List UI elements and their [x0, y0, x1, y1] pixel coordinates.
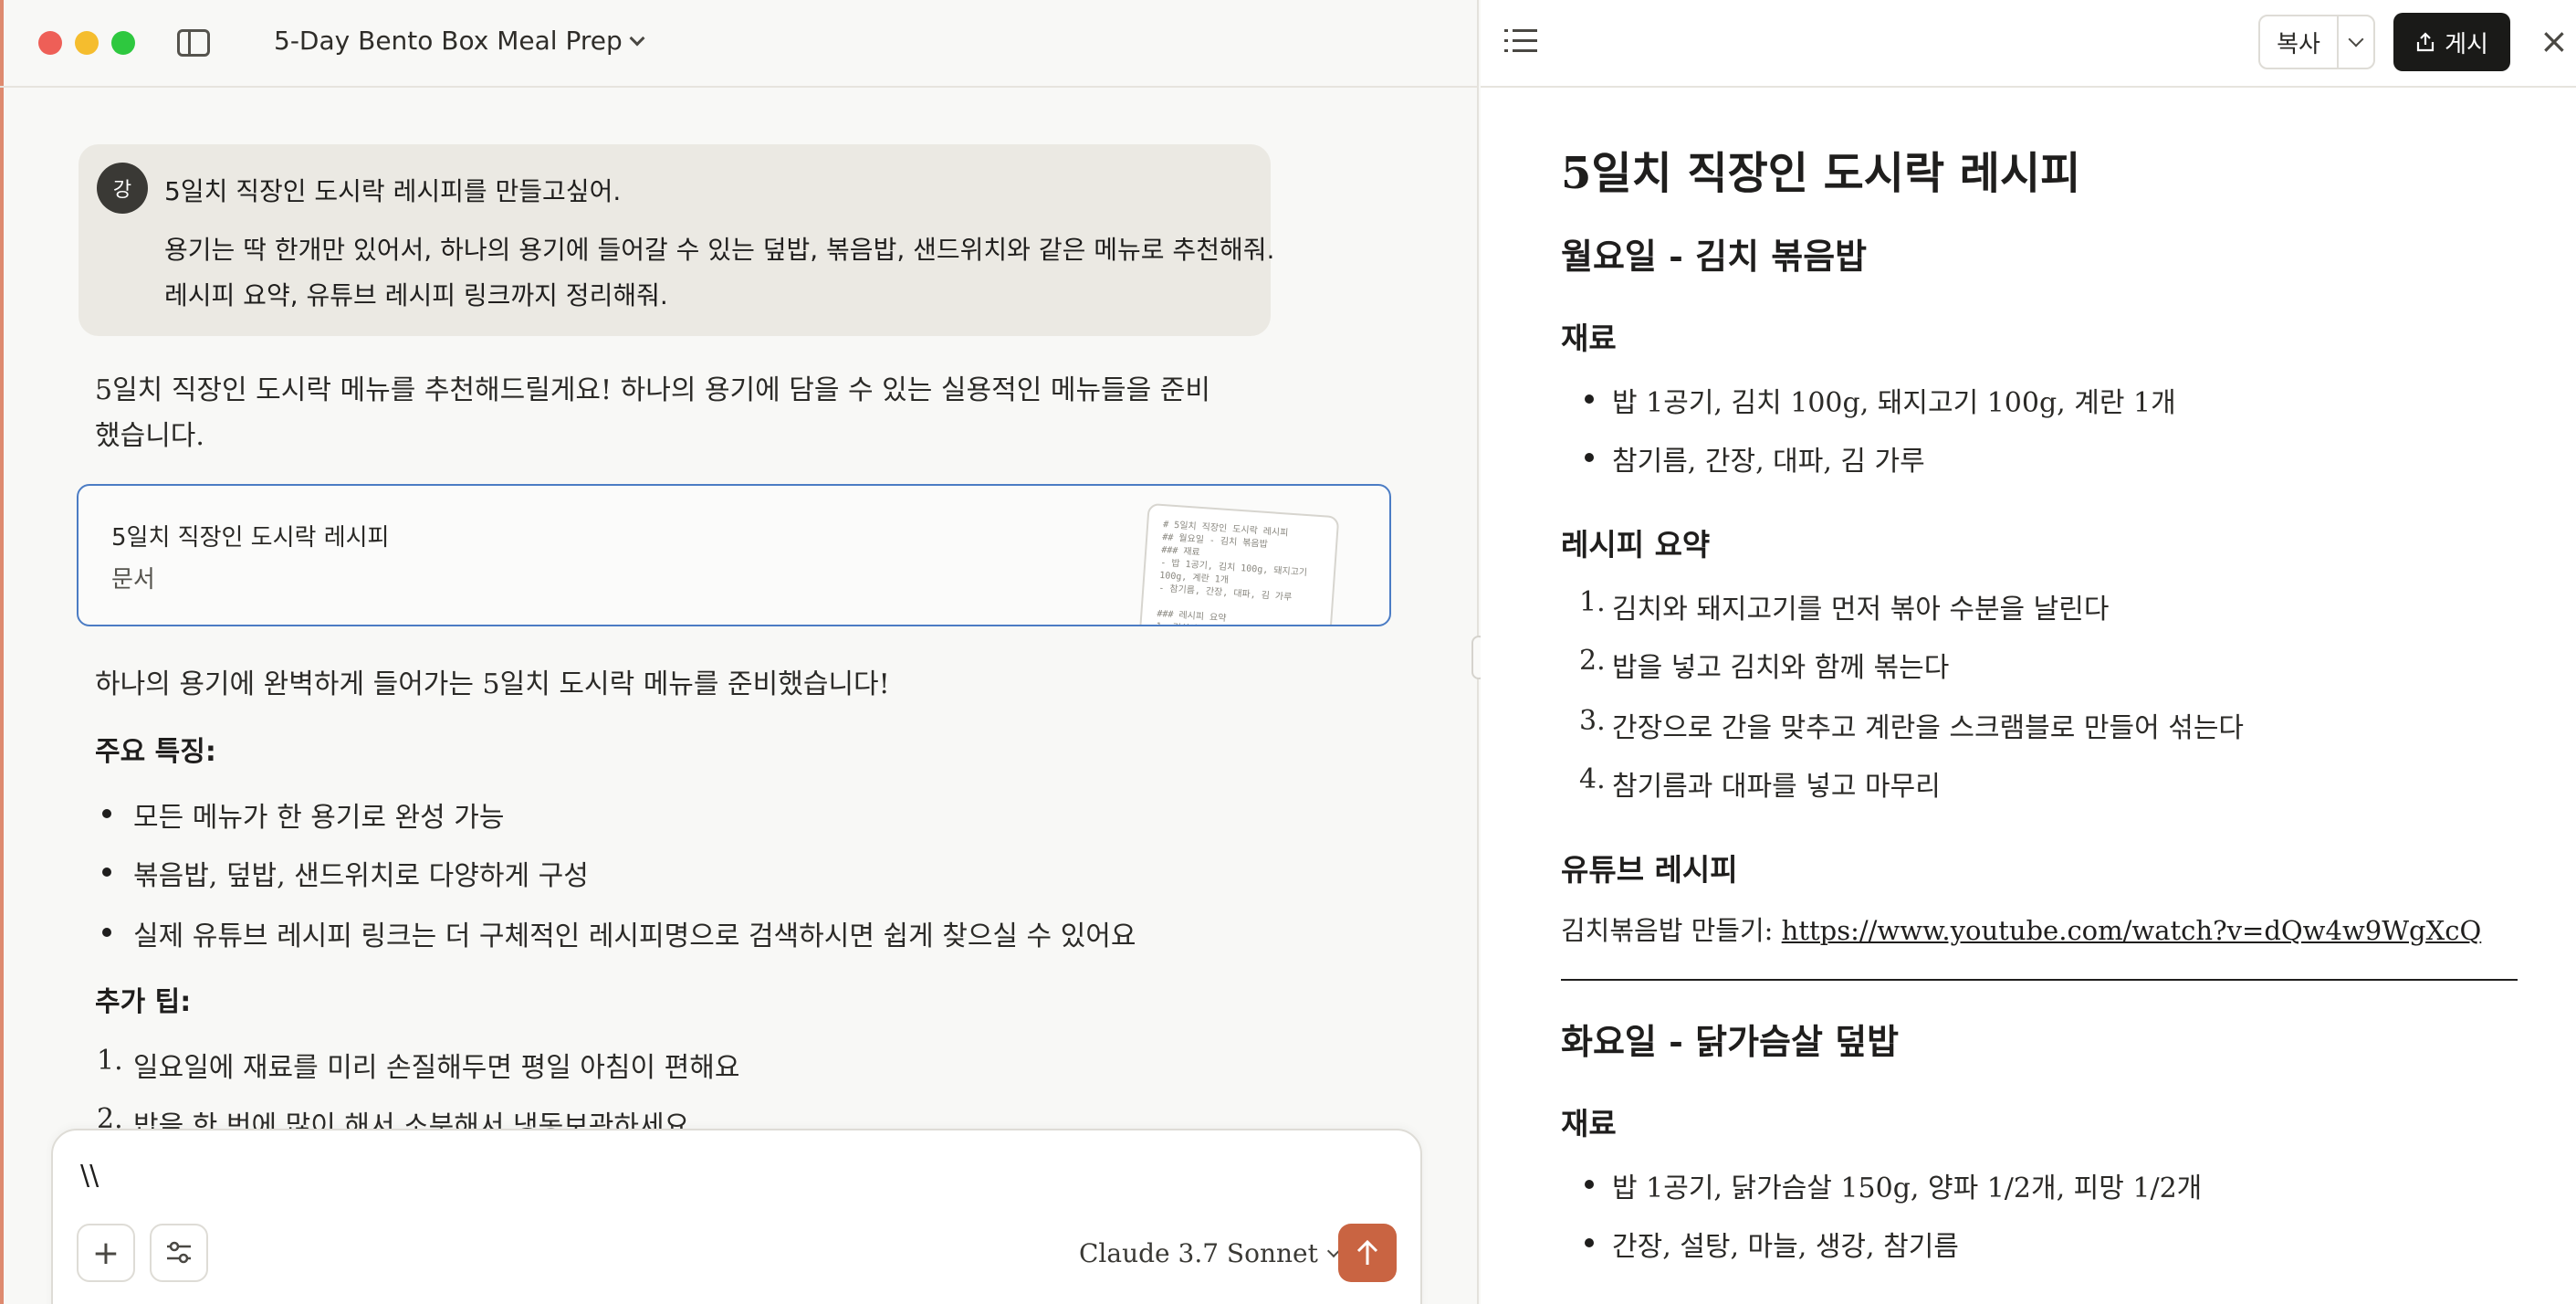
feature-item: 실제 유튜브 레시피 링크는 더 구체적인 레시피명으로 검색하시면 쉽게 찾으…: [133, 920, 1136, 952]
message-input[interactable]: \\: [80, 1160, 99, 1192]
artifact-thumbnail: # 5일치 직장인 도시락 레시피 ## 월요일 - 김치 볶음밥 ### 재료…: [1137, 502, 1340, 625]
ingredient-item: 간장, 설탕, 마늘, 생강, 참기름: [1612, 1231, 1959, 1263]
recipe-step: 밥을 넣고 김치와 함께 볶는다: [1612, 652, 1950, 684]
bullet-icon: [102, 868, 111, 877]
section-divider: [1561, 979, 2518, 981]
tools-button[interactable]: [150, 1224, 208, 1282]
chat-pane: 5-Day Bento Box Meal Prep 강 5일치 직장인 도시락 …: [0, 0, 1479, 1304]
share-icon: [2416, 32, 2435, 52]
user-message-line: 용기는 딱 한개만 있어서, 하나의 용기에 들어갈 수 있는 덮밥, 볶음밥,…: [164, 235, 1275, 265]
user-message-line: 5일치 직장인 도시락 레시피를 만들고싶어.: [164, 176, 622, 206]
tuesday-ingredients-heading: 재료: [1561, 1106, 1617, 1141]
user-message-line: 레시피 요약, 유튜브 레시피 링크까지 정리해줘.: [164, 280, 668, 310]
monday-ingredients-heading: 재료: [1561, 321, 1617, 356]
youtube-line: 김치볶음밥 만들기: https://www.youtube.com/watch…: [1561, 910, 2481, 948]
bullet-icon: [1585, 1238, 1594, 1247]
youtube-heading: 유튜브 레시피: [1561, 852, 1738, 888]
artifact-card-type: 문서: [111, 566, 155, 594]
chevron-down-icon: [629, 30, 645, 46]
copy-button[interactable]: 복사: [2260, 16, 2339, 68]
model-name: Claude 3.7 Sonnet: [1079, 1238, 1318, 1268]
plus-icon: +: [91, 1234, 120, 1272]
ingredient-item: 참기름, 간장, 대파, 김 가루: [1612, 446, 1925, 478]
window-close-button[interactable]: [38, 31, 62, 55]
send-button[interactable]: [1338, 1224, 1397, 1282]
artifact-card-title: 5일치 직장인 도시락 레시피: [111, 524, 390, 552]
arrow-up-icon: [1356, 1239, 1378, 1265]
monday-heading: 월요일 - 김치 볶음밥: [1561, 236, 1868, 277]
add-attachment-button[interactable]: +: [77, 1224, 135, 1282]
assistant-intro-line: 했습니다.: [95, 420, 204, 452]
copy-button-group: 복사: [2258, 15, 2375, 69]
window-minimize-button[interactable]: [75, 31, 99, 55]
feature-item: 볶음밥, 덮밥, 샌드위치로 다양하게 구성: [133, 860, 589, 892]
ingredient-item: 밥 1공기, 닭가슴살 150g, 양파 1/2개, 피망 1/2개: [1612, 1173, 2203, 1204]
recipe-step: 참기름과 대파를 넣고 마무리: [1612, 771, 1941, 803]
tip-number: 1.: [97, 1045, 123, 1077]
conversation-title-dropdown[interactable]: 5-Day Bento Box Meal Prep: [274, 26, 645, 56]
tips-heading: 추가 팁:: [95, 986, 192, 1018]
close-icon[interactable]: ×: [2539, 24, 2569, 58]
assistant-intro-line: 5일치 직장인 도시락 메뉴를 추천해드릴게요! 하나의 용기에 담을 수 있는…: [95, 374, 1210, 406]
window-maximize-button[interactable]: [111, 31, 135, 55]
chat-header: 5-Day Bento Box Meal Prep: [0, 0, 1477, 88]
artifact-pane: 복사 게시 × 5일치 직장인 도시락 레시피 월요일 - 김치 볶음밥 재료 …: [1481, 0, 2576, 1304]
model-selector[interactable]: Claude 3.7 Sonnet: [1079, 1238, 1340, 1268]
document-title: 5일치 직장인 도시락 레시피: [1561, 148, 2081, 199]
youtube-label: 김치볶음밥 만들기:: [1561, 915, 1782, 946]
step-number: 2.: [1579, 645, 1606, 677]
artifact-toolbar: 복사 게시 ×: [1481, 0, 2576, 88]
step-number: 4.: [1579, 763, 1606, 795]
message-composer: \\ + Claude 3.7 Sonnet: [51, 1129, 1422, 1304]
bullet-icon: [1585, 394, 1594, 404]
assistant-summary: 하나의 용기에 완벽하게 들어가는 5일치 도시락 메뉴를 준비했습니다!: [95, 668, 890, 700]
publish-label: 게시: [2445, 30, 2488, 58]
monday-summary-heading: 레시피 요약: [1561, 527, 1711, 563]
list-icon[interactable]: [1504, 27, 1537, 55]
features-heading: 주요 특징:: [95, 736, 216, 768]
bullet-icon: [1585, 1180, 1594, 1189]
ingredient-item: 밥 1공기, 김치 100g, 돼지고기 100g, 계란 1개: [1612, 387, 2176, 419]
tuesday-heading: 화요일 - 닭가슴살 덮밥: [1561, 1021, 1900, 1062]
recipe-step: 김치와 돼지고기를 먼저 볶아 수분을 날린다: [1612, 594, 2110, 626]
youtube-link[interactable]: https://www.youtube.com/watch?v=dQw4w9Wg…: [1782, 915, 2482, 946]
bullet-icon: [102, 928, 111, 937]
copy-options-button[interactable]: [2339, 16, 2373, 68]
conversation-title: 5-Day Bento Box Meal Prep: [274, 26, 623, 56]
sidebar-toggle-icon[interactable]: [177, 29, 210, 57]
publish-button[interactable]: 게시: [2393, 13, 2510, 71]
tip-item: 일요일에 재료를 미리 손질해두면 평일 아침이 편해요: [133, 1052, 740, 1084]
chevron-down-icon: [2348, 31, 2364, 47]
feature-item: 모든 메뉴가 한 용기로 완성 가능: [133, 802, 505, 834]
bullet-icon: [1585, 453, 1594, 462]
recipe-step: 간장으로 간을 맞추고 계란을 스크램블로 만들어 섞는다: [1612, 712, 2245, 744]
avatar: 강: [97, 163, 148, 214]
sliders-icon: [167, 1241, 191, 1264]
bullet-icon: [102, 809, 111, 818]
user-message: 강 5일치 직장인 도시락 레시피를 만들고싶어. 용기는 딱 한개만 있어서,…: [79, 144, 1275, 336]
step-number: 3.: [1579, 705, 1606, 737]
artifact-card[interactable]: 5일치 직장인 도시락 레시피 문서 # 5일치 직장인 도시락 레시피 ## …: [77, 484, 1391, 626]
step-number: 1.: [1579, 586, 1606, 618]
